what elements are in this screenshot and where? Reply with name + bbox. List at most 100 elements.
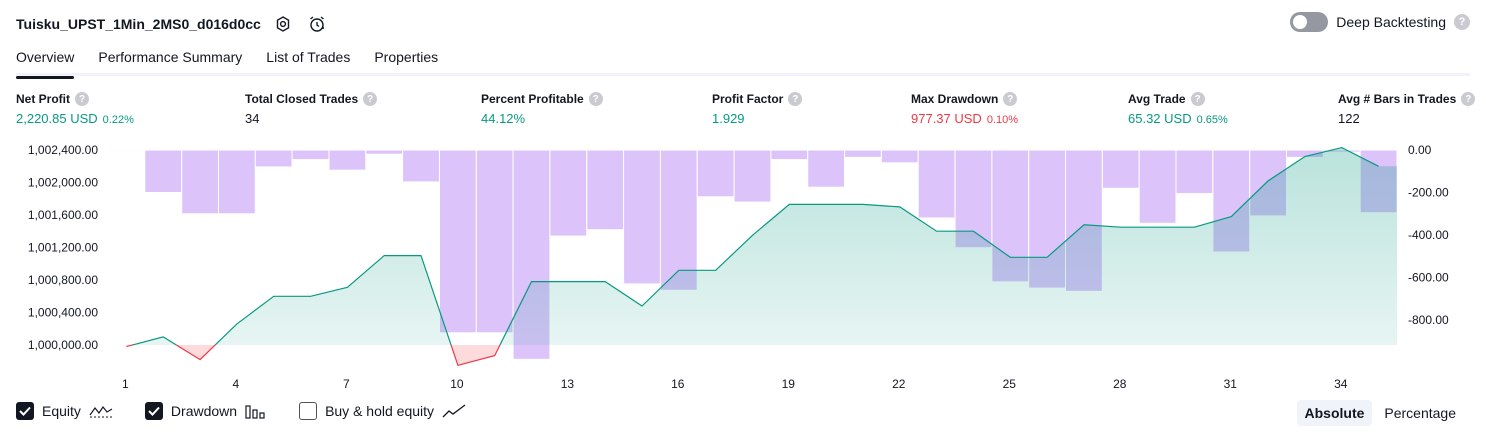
info-icon[interactable]: ? xyxy=(75,92,89,106)
value-mode-switch: Absolute Percentage xyxy=(1296,400,1465,426)
strategy-title: Tuisku_UPST_1Min_2MS0_d016d0cc xyxy=(16,16,261,32)
drawdown-bar xyxy=(475,149,514,334)
info-icon[interactable]: ? xyxy=(788,92,803,106)
left-axis-tick: 1,002,000.00 xyxy=(28,176,98,190)
drawdown-bar xyxy=(439,149,477,334)
deep-backtesting-label: Deep Backtesting xyxy=(1336,14,1446,30)
chart-legend: Equity Drawdown Buy & hold equity xyxy=(16,402,466,420)
info-icon[interactable]: ? xyxy=(588,92,603,106)
metric-value: 44.12% xyxy=(481,111,526,126)
left-axis-tick: 1,000,000.00 xyxy=(28,338,98,352)
equity-line-icon xyxy=(89,405,113,418)
tab-bar: Overview Performance Summary List of Tra… xyxy=(16,42,1470,79)
drawdown-bar xyxy=(880,149,919,164)
legend-label: Drawdown xyxy=(170,403,238,419)
drawdown-bar xyxy=(144,149,183,193)
x-axis-tick: 13 xyxy=(561,377,575,390)
alarm-clock-icon[interactable] xyxy=(305,12,329,36)
x-axis-tick: 31 xyxy=(1224,377,1238,390)
drawdown-bar xyxy=(218,149,256,215)
drawdown-bar xyxy=(696,149,735,198)
absolute-button[interactable]: Absolute xyxy=(1296,400,1373,426)
legend-label: Buy & hold equity xyxy=(325,403,435,419)
metric-percent: 0.65% xyxy=(1196,114,1228,126)
drawdown-bar xyxy=(844,149,882,158)
right-axis-tick: -800.00 xyxy=(1408,313,1449,327)
drawdown-bar xyxy=(1175,149,1214,195)
x-axis-tick: 19 xyxy=(782,377,796,390)
tab-properties[interactable]: Properties xyxy=(374,42,438,76)
legend-drawdown[interactable]: Drawdown xyxy=(144,402,267,420)
drawdown-bar xyxy=(770,149,809,161)
settings-icon[interactable] xyxy=(271,12,295,36)
percentage-button[interactable]: Percentage xyxy=(1376,400,1464,426)
drawdown-bar xyxy=(659,149,698,291)
right-axis-tick: 0.00 xyxy=(1408,143,1432,157)
metric-percent: 0.22% xyxy=(102,114,134,126)
x-axis-tick: 25 xyxy=(1003,377,1017,390)
metric-label: Profit Factor xyxy=(712,92,784,106)
legend-label: Equity xyxy=(42,403,81,419)
x-axis-tick: 22 xyxy=(892,377,906,390)
drawdown-bar xyxy=(623,149,661,285)
drawdown-bar xyxy=(254,149,293,168)
strategy-header: Tuisku_UPST_1Min_2MS0_d016d0cc xyxy=(16,10,329,38)
metric-value: 65.32 USD xyxy=(1128,111,1192,126)
metrics-row: Net Profit? 2,220.85 USD 0.22% Total Clos… xyxy=(16,92,1476,132)
left-axis-tick: 1,001,600.00 xyxy=(28,208,98,222)
drawdown-bar xyxy=(181,149,219,215)
drawdown-bar xyxy=(291,149,330,161)
drawdown-bar xyxy=(807,149,846,188)
help-icon[interactable]: ? xyxy=(1454,14,1470,30)
metric-value: 122 xyxy=(1338,111,1360,126)
metric-net-profit: Net Profit? 2,220.85 USD 0.22% xyxy=(16,92,134,126)
drawdown-bar xyxy=(549,149,588,237)
info-icon[interactable]: ? xyxy=(363,92,378,106)
drawdown-bar xyxy=(402,149,440,183)
metric-label: Percent Profitable xyxy=(481,92,584,106)
x-axis-tick: 34 xyxy=(1334,377,1348,390)
drawdown-bar xyxy=(733,149,772,203)
info-icon[interactable]: ? xyxy=(1190,92,1205,106)
buy-hold-line-icon xyxy=(442,404,466,418)
right-axis-tick: -400.00 xyxy=(1408,228,1449,242)
right-axis-tick: -600.00 xyxy=(1408,271,1449,285)
metric-percent: 0.10% xyxy=(986,114,1019,126)
drawdown-bar xyxy=(586,149,625,231)
tab-overview[interactable]: Overview xyxy=(16,42,75,79)
metric-avg-bars-in-trades: Avg # Bars in Trades? 122 xyxy=(1338,92,1476,126)
tab-list-of-trades[interactable]: List of Trades xyxy=(266,42,350,76)
right-axis-tick: -200.00 xyxy=(1408,186,1449,200)
metric-percent-profitable: Percent Profitable? 44.12% xyxy=(481,92,603,126)
info-icon[interactable]: ? xyxy=(1003,92,1018,106)
legend-equity[interactable]: Equity xyxy=(16,402,113,420)
equity-checkbox[interactable] xyxy=(16,402,34,420)
drawdown-bar xyxy=(107,149,146,152)
drawdown-bar xyxy=(1101,149,1140,189)
left-axis-tick: 1,001,200.00 xyxy=(28,241,98,255)
metric-label: Avg Trade xyxy=(1128,92,1186,106)
metric-label: Net Profit xyxy=(16,92,70,106)
metric-label: Total Closed Trades xyxy=(245,92,359,106)
drawdown-bars-icon xyxy=(245,405,265,419)
left-axis-tick: 1,000,400.00 xyxy=(28,306,98,320)
x-axis-tick: 10 xyxy=(450,377,464,390)
drawdown-bar xyxy=(917,149,956,219)
legend-buy-hold-equity[interactable]: Buy & hold equity xyxy=(299,402,466,420)
drawdown-checkbox[interactable] xyxy=(144,402,163,420)
info-icon[interactable]: ? xyxy=(1461,92,1476,106)
x-axis-tick: 1 xyxy=(122,377,129,390)
x-axis-tick: 28 xyxy=(1113,377,1127,390)
tab-performance-summary[interactable]: Performance Summary xyxy=(98,42,242,76)
deep-backtesting-toggle[interactable] xyxy=(1290,12,1329,32)
metric-label: Max Drawdown xyxy=(911,92,999,106)
buy-hold-checkbox[interactable] xyxy=(299,402,318,420)
metric-value: 977.37 USD xyxy=(911,111,982,126)
drawdown-bar xyxy=(365,149,404,155)
equity-drawdown-chart[interactable]: 1,002,400.00 1,002,000.00 1,001,600.00 1,00… xyxy=(0,140,1486,390)
deep-backtesting: Deep Backtesting ? xyxy=(1290,12,1470,32)
drawdown-bar xyxy=(328,149,367,171)
drawdown-bar xyxy=(1138,149,1177,224)
metric-value: 34 xyxy=(245,111,260,126)
metric-label: Avg # Bars in Trades xyxy=(1338,92,1457,106)
